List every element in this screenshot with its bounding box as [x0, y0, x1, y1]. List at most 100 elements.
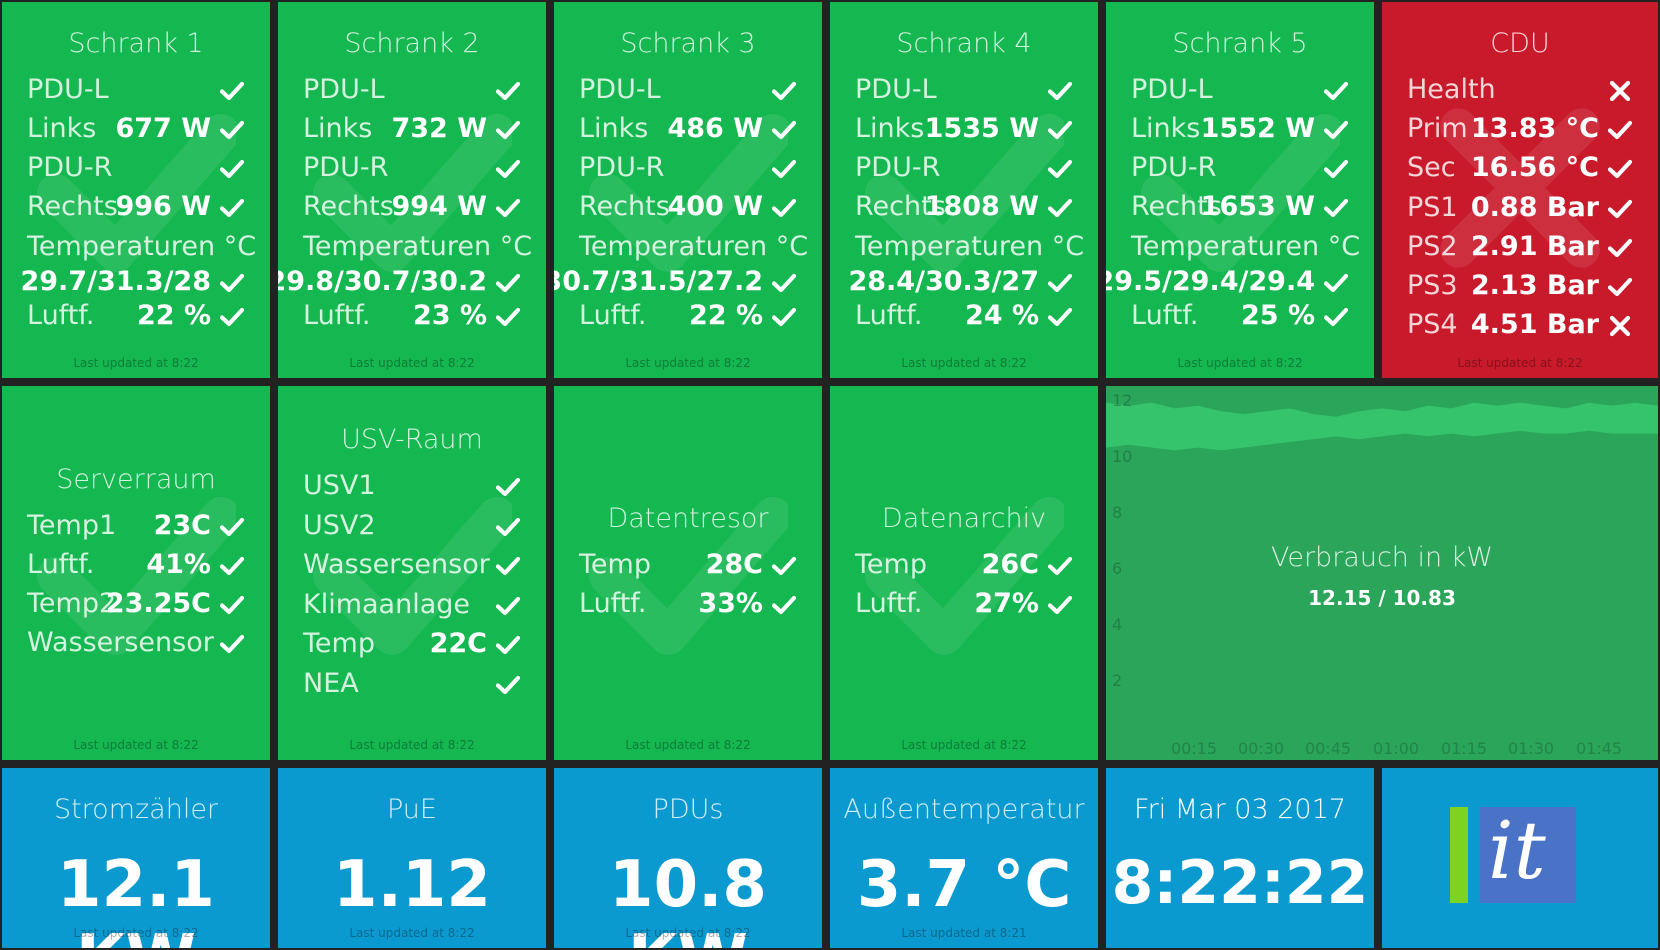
- row-label: Luftf.: [579, 588, 647, 619]
- check-icon: [771, 304, 797, 330]
- row-label: Links: [579, 113, 649, 144]
- last-updated: Last updated at 8:22: [73, 356, 199, 370]
- datenarchiv-row: Temp 26C: [855, 549, 1073, 585]
- row-temp-values: 28.4/30.3/27: [848, 266, 1073, 302]
- check-icon: [495, 304, 521, 330]
- cdu-row: Prim 13.83 °C: [1407, 113, 1633, 149]
- check-icon: [1607, 274, 1633, 300]
- last-updated: Last updated at 8:22: [73, 926, 199, 940]
- check-icon: [771, 270, 797, 296]
- check-icon: [219, 195, 245, 221]
- row-label: Temperaturen °C: [1131, 231, 1361, 262]
- schrank-tile: Schrank 2 PDU-L Links 732 W PDU-R Rechts 994 W…: [278, 2, 546, 378]
- row-value: 33%: [698, 588, 763, 619]
- tile-title: Außentemperatur: [843, 794, 1085, 825]
- consumption-chart: 2468101200:15 00:30 00:45 01:00 01:15 01:30 01…: [1106, 391, 1658, 758]
- y-tick-label: 4: [1112, 615, 1122, 634]
- clock-time: 8:22:22: [1111, 848, 1369, 918]
- check-icon: [495, 195, 521, 221]
- verbrauch-chart-tile: 2 4 6 8 10 12 00:15 00:30 00:45 01:00 01:15 01:30 01…: [1106, 386, 1658, 760]
- row-label: Temperaturen °C: [27, 231, 257, 262]
- row-luftf: Luftf. 23 %: [303, 300, 521, 336]
- logo-tile: it: [1382, 768, 1658, 948]
- check-icon: [1047, 195, 1073, 221]
- schrank-tile: Schrank 5 PDU-L Links 1552 W PDU-R Rechts 1653…: [1106, 2, 1374, 378]
- row-label: Temp2: [27, 588, 117, 619]
- tile-title: Schrank 2: [344, 28, 480, 59]
- row-pdu-l: PDU-L: [1131, 74, 1349, 110]
- row-label: Luftf.: [1131, 300, 1199, 331]
- check-icon: [495, 672, 521, 698]
- row-label: Sec: [1407, 152, 1456, 184]
- row-label: Rechts: [27, 191, 118, 222]
- row-temp-values: 30.7/31.5/27.2: [554, 266, 797, 302]
- row-value: 400 W: [667, 191, 763, 222]
- metric-tile: Außentemperatur 3.7 °C Last updated at 8:2…: [830, 768, 1098, 948]
- serverraum-row: Temp1 23C: [27, 510, 245, 546]
- row-links: Links 732 W: [303, 113, 521, 149]
- metric-value: 3.7 °C: [856, 848, 1072, 922]
- row-value: 23.25C: [105, 588, 211, 619]
- check-icon: [1607, 117, 1633, 143]
- check-icon: [495, 593, 521, 619]
- last-updated: Last updated at 8:22: [901, 356, 1027, 370]
- last-updated: Last updated at 8:21: [901, 926, 1027, 940]
- row-value: 41%: [146, 549, 211, 580]
- row-value: 1653 W: [1200, 191, 1315, 222]
- cdu-row: PS1 0.88 Bar: [1407, 192, 1633, 228]
- usv-row: USV2: [303, 510, 521, 546]
- cross-icon: [1607, 78, 1633, 104]
- series-2-area: [1106, 430, 1658, 736]
- row-label: Health: [1407, 74, 1496, 105]
- metric-tile: Stromzähler12.1 KWLast updated at 8:22: [2, 768, 270, 948]
- tile-title: Stromzähler: [53, 794, 219, 825]
- check-icon: [1047, 304, 1073, 330]
- check-icon: [1323, 78, 1349, 104]
- check-icon: [495, 78, 521, 104]
- schrank-tile: Schrank 3 PDU-L Links 486 W PDU-R Rechts 400 W…: [554, 2, 822, 378]
- check-icon: [1323, 117, 1349, 143]
- row-temperaturen: Temperaturen °C: [579, 231, 808, 267]
- row-pdu-r: PDU-R: [27, 152, 245, 188]
- usv-row: Wassersensor: [303, 549, 521, 585]
- tile-title: CDU: [1490, 28, 1550, 59]
- cdu-tile: CDU Health Prim 13.83 °C Sec 16.56 °C PS1 0.88 …: [1382, 2, 1658, 378]
- tile-title: Schrank 1: [68, 28, 204, 59]
- x-tick-label: 01:45: [1576, 739, 1622, 758]
- check-icon: [771, 78, 797, 104]
- row-label: Wassersensor: [303, 549, 490, 580]
- serverraum-row: Temp2 23.25C: [27, 588, 245, 624]
- it-logo: it: [1450, 804, 1576, 903]
- cdu-row: PS3 2.13 Bar: [1407, 270, 1633, 306]
- row-value: 4.51 Bar: [1470, 309, 1599, 341]
- datentresor-row: Luftf. 33%: [579, 588, 797, 624]
- usv-row: NEA: [303, 668, 521, 704]
- row-luftf: Luftf. 22 %: [579, 300, 797, 336]
- row-temperaturen: Temperaturen °C: [855, 231, 1084, 267]
- x-tick-label: 00:15: [1171, 739, 1217, 758]
- row-label: PDU-R: [579, 152, 665, 183]
- tile-title: Schrank 3: [620, 28, 756, 59]
- row-pdu-l: PDU-L: [855, 74, 1073, 110]
- last-updated: Last updated at 8:22: [349, 356, 475, 370]
- row-label: Rechts: [303, 191, 394, 222]
- row-pdu-l: PDU-L: [303, 74, 521, 110]
- row-value: 1808 W: [924, 191, 1039, 222]
- tile-title: USV-Raum: [341, 424, 483, 455]
- check-icon: [1323, 304, 1349, 330]
- row-label: PDU-R: [1131, 152, 1217, 183]
- row-temperaturen: Temperaturen °C: [303, 231, 532, 267]
- row-label: Wassersensor: [27, 627, 214, 658]
- row-label: PDU-R: [303, 152, 389, 183]
- check-icon: [1047, 156, 1073, 182]
- check-icon: [1323, 270, 1349, 296]
- logo-text: it: [1488, 804, 1546, 897]
- row-label: Temp: [303, 628, 375, 659]
- row-label: Klimaanlage: [303, 588, 471, 620]
- last-updated: Last updated at 8:22: [349, 926, 475, 940]
- tile-title: Datenarchiv: [881, 503, 1047, 534]
- row-value: 13.83 °C: [1470, 113, 1599, 145]
- row-label: PS1: [1407, 191, 1458, 223]
- check-icon: [495, 553, 521, 579]
- row-value: 0.88 Bar: [1470, 191, 1599, 223]
